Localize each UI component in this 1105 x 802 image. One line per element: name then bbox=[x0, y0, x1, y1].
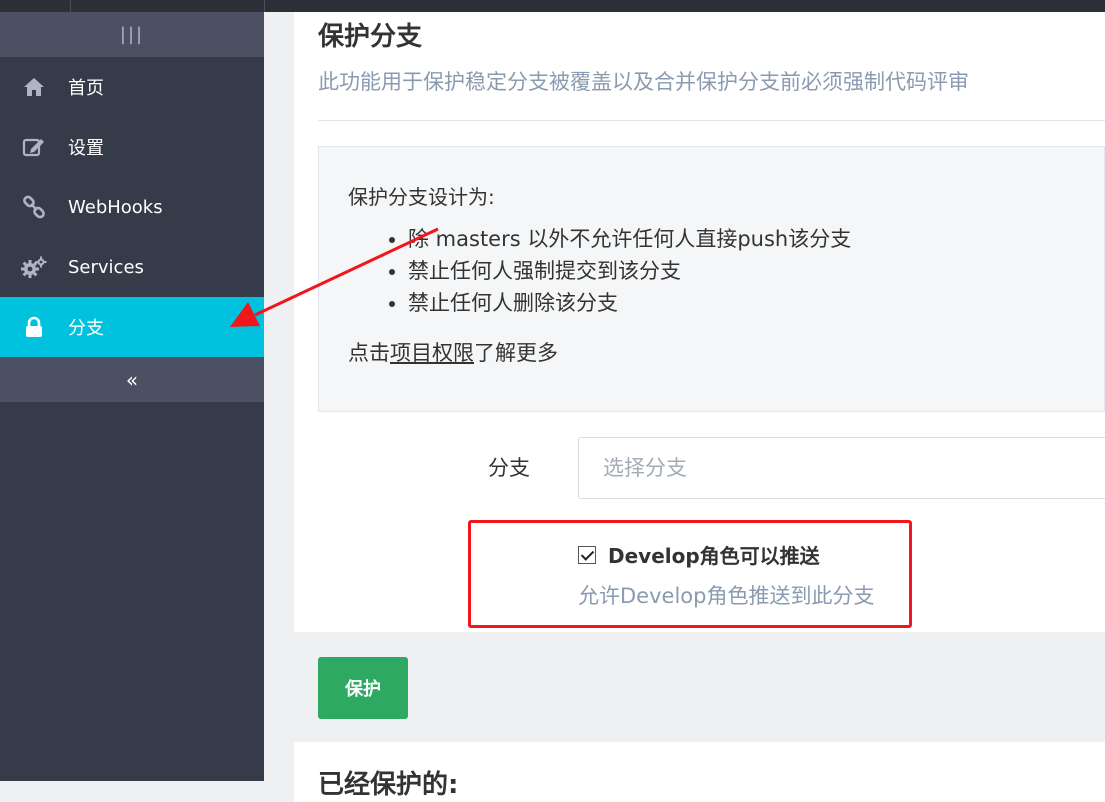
sidebar-item-label: WebHooks bbox=[68, 196, 163, 218]
protected-list-title: 已经保护的: bbox=[318, 770, 459, 800]
sidebar-item-label: Services bbox=[68, 256, 144, 278]
info-list-item: 禁止任何人删除该分支 bbox=[408, 287, 851, 319]
info-more-text: 点击项目权限了解更多 bbox=[348, 337, 558, 367]
sidebar-item-services[interactable]: Services bbox=[0, 237, 264, 297]
project-permissions-link[interactable]: 项目权限 bbox=[390, 341, 474, 365]
gears-icon bbox=[18, 255, 50, 279]
page-subtitle: 此功能用于保护稳定分支被覆盖以及合并保护分支前必须强制代码评审 bbox=[318, 70, 969, 94]
sidebar-item-label: 分支 bbox=[68, 318, 104, 339]
divider bbox=[318, 120, 1105, 121]
sidebar-item-home[interactable]: 首页 bbox=[0, 57, 264, 117]
sidebar-item-label: 设置 bbox=[68, 138, 104, 159]
top-bar bbox=[0, 0, 1105, 12]
annotation-highlight-box bbox=[468, 520, 912, 628]
menu-icon: ||| bbox=[119, 24, 145, 45]
page-title: 保护分支 bbox=[318, 22, 423, 52]
info-list-item: 除 masters 以外不允许任何人直接push该分支 bbox=[408, 223, 851, 255]
more-suffix: 了解更多 bbox=[474, 341, 558, 365]
info-heading: 保护分支设计为: bbox=[348, 185, 495, 209]
sidebar-item-label: 首页 bbox=[68, 78, 104, 99]
sidebar-collapse-button[interactable]: « bbox=[0, 357, 264, 402]
sidebar-item-branches[interactable]: 分支 bbox=[0, 297, 264, 357]
top-bar-divider bbox=[70, 0, 71, 12]
info-list-item: 禁止任何人强制提交到该分支 bbox=[408, 255, 851, 287]
protect-button[interactable]: 保护 bbox=[318, 657, 408, 719]
sidebar-toggle-button[interactable]: ||| bbox=[0, 12, 264, 57]
double-chevron-left-icon: « bbox=[125, 367, 139, 392]
sidebar: ||| 首页 设置 WebHooks Services 分支 « bbox=[0, 12, 264, 781]
lock-icon bbox=[18, 316, 50, 338]
sidebar-item-settings[interactable]: 设置 bbox=[0, 117, 264, 177]
info-list: 除 masters 以外不允许任何人直接push该分支 禁止任何人强制提交到该分… bbox=[359, 223, 851, 319]
protected-list-panel: 已经保护的: bbox=[294, 742, 1105, 802]
home-icon bbox=[18, 77, 50, 97]
sidebar-item-webhooks[interactable]: WebHooks bbox=[0, 177, 264, 237]
more-prefix: 点击 bbox=[348, 341, 390, 365]
branch-field-label: 分支 bbox=[488, 456, 530, 480]
edit-icon bbox=[18, 136, 50, 158]
info-box: 保护分支设计为: 除 masters 以外不允许任何人直接push该分支 禁止任… bbox=[318, 146, 1105, 412]
main-content: 保护分支 此功能用于保护稳定分支被覆盖以及合并保护分支前必须强制代码评审 保护分… bbox=[264, 12, 1105, 802]
top-bar-divider bbox=[264, 0, 265, 12]
link-icon bbox=[18, 195, 50, 219]
branch-select-input[interactable] bbox=[578, 437, 1105, 499]
